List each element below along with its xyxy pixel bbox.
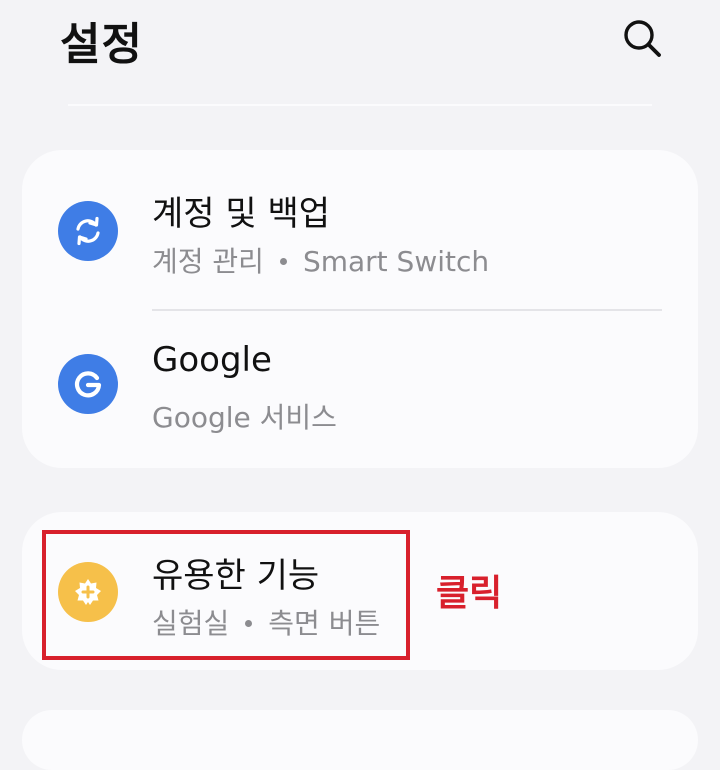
search-button[interactable] <box>618 14 668 64</box>
settings-card-accounts: 계정 및 백업 계정 관리 Smart Switch Google Google … <box>22 150 698 468</box>
top-divider <box>68 104 652 106</box>
google-icon <box>58 354 118 414</box>
highlight-box <box>42 530 410 660</box>
settings-item-google[interactable]: Google Google 서비스 <box>22 310 698 468</box>
settings-item-accounts-backup[interactable]: 계정 및 백업 계정 관리 Smart Switch <box>22 150 698 308</box>
item-title: 계정 및 백업 <box>152 194 331 234</box>
header: 설정 <box>0 0 720 90</box>
subtitle-part: 계정 관리 <box>152 245 264 278</box>
page-title: 설정 <box>60 19 143 70</box>
settings-card-next <box>22 710 698 770</box>
item-subtitle: 계정 관리 Smart Switch <box>152 240 489 280</box>
search-icon <box>624 20 661 57</box>
sync-icon <box>58 201 118 261</box>
item-subtitle: Google 서비스 <box>152 401 337 434</box>
item-title: Google <box>152 340 272 380</box>
subtitle-part: Smart Switch <box>302 245 490 278</box>
separator-dot <box>279 257 287 265</box>
click-annotation: 클릭 <box>436 573 503 614</box>
